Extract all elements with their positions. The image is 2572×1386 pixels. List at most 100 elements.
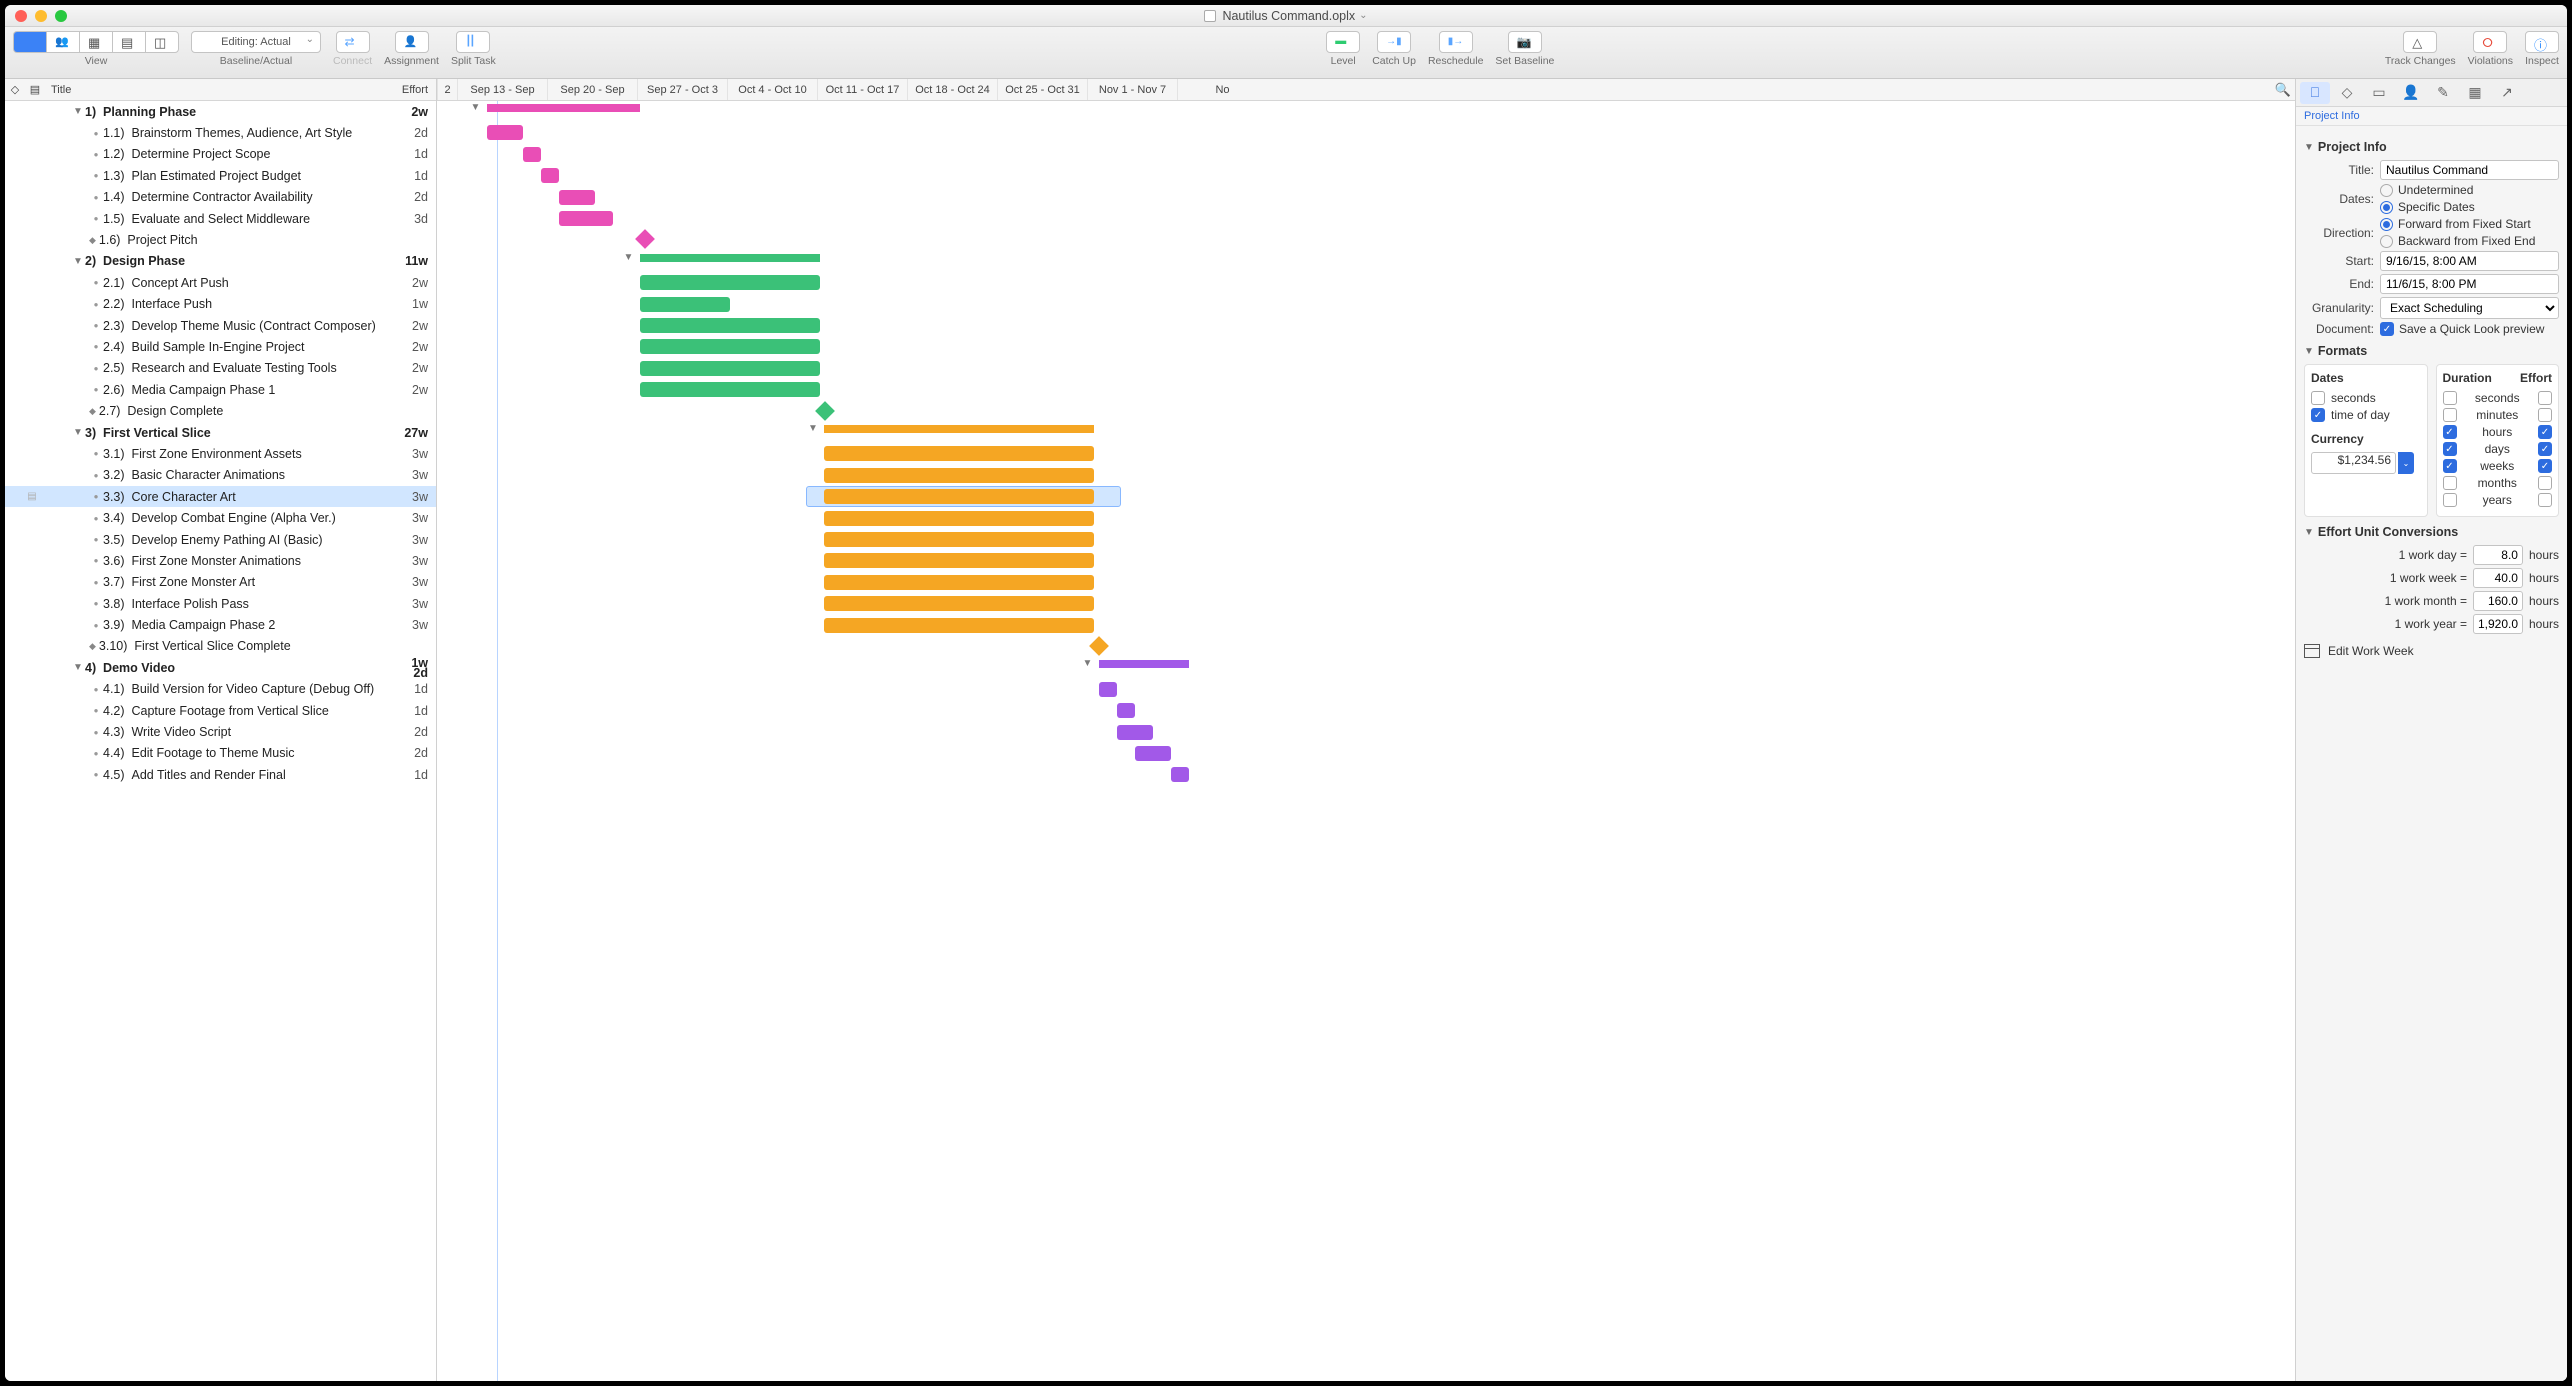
dur-months-chk[interactable]: [2443, 476, 2457, 490]
task-row[interactable]: ●1.3) Plan Estimated Project Budget1d: [5, 165, 436, 186]
conv-year-input[interactable]: [2473, 614, 2523, 634]
gantt-bar[interactable]: [824, 532, 1094, 547]
gantt-disclosure[interactable]: ▼: [471, 102, 481, 113]
timeline-column[interactable]: Sep 13 - Sep: [457, 79, 547, 100]
splittask-button[interactable]: [456, 31, 490, 53]
task-row[interactable]: ●4.1) Build Version for Video Capture (D…: [5, 679, 436, 700]
conv-month-input[interactable]: [2473, 591, 2523, 611]
task-row[interactable]: ●2.3) Develop Theme Music (Contract Comp…: [5, 315, 436, 336]
dates-specific-radio[interactable]: Specific Dates: [2380, 200, 2559, 214]
task-row[interactable]: ●1.4) Determine Contractor Availability2…: [5, 187, 436, 208]
dur-years-chk[interactable]: [2443, 493, 2457, 507]
gantt-bar[interactable]: [640, 361, 820, 376]
start-date-input[interactable]: [2380, 251, 2559, 271]
timeline-column[interactable]: Nov 1 - Nov 7: [1087, 79, 1177, 100]
quicklook-checkbox[interactable]: Save a Quick Look preview: [2380, 322, 2559, 336]
level-button[interactable]: [1326, 31, 1360, 53]
gantt-bar[interactable]: [640, 382, 820, 397]
task-row[interactable]: ●3.8) Interface Polish Pass3w: [5, 593, 436, 614]
gantt-chart[interactable]: 2Sep 13 - SepSep 20 - SepSep 27 - Oct 3O…: [437, 79, 2295, 1381]
title-chevron-icon[interactable]: ⌄: [1359, 10, 1367, 21]
task-row[interactable]: ●2.1) Concept Art Push2w: [5, 272, 436, 293]
tab-styles[interactable]: ✎: [2428, 82, 2458, 104]
timeline-column[interactable]: Oct 18 - Oct 24: [907, 79, 997, 100]
gantt-bar[interactable]: [559, 190, 595, 205]
dur-seconds-chk[interactable]: [2443, 391, 2457, 405]
dates-seconds-chk[interactable]: [2311, 391, 2325, 405]
task-row[interactable]: ▼2) Design Phase11w: [5, 251, 436, 272]
task-row[interactable]: ●1.2) Determine Project Scope1d: [5, 144, 436, 165]
timeline-column[interactable]: Oct 25 - Oct 31: [997, 79, 1087, 100]
task-row[interactable]: ▼4) Demo Video1w2d: [5, 657, 436, 678]
dates-tod-chk[interactable]: [2311, 408, 2325, 422]
section-formats[interactable]: ▼Formats: [2304, 344, 2559, 358]
gantt-bar[interactable]: [824, 446, 1094, 461]
task-row[interactable]: ◆1.6) Project Pitch: [5, 229, 436, 250]
gantt-bar[interactable]: [640, 254, 820, 262]
eff-weeks-chk[interactable]: [2538, 459, 2552, 473]
currency-input[interactable]: $1,234.56: [2311, 452, 2396, 474]
view-resources-button[interactable]: [46, 31, 79, 53]
gantt-milestone[interactable]: [815, 401, 835, 421]
catchup-button[interactable]: [1377, 31, 1411, 53]
gantt-disclosure[interactable]: ▼: [624, 252, 634, 263]
title-column-header[interactable]: Title: [45, 84, 386, 96]
view-calendar-button[interactable]: [79, 31, 112, 53]
task-row[interactable]: ●3.6) First Zone Monster Animations3w: [5, 550, 436, 571]
document-title[interactable]: Nautilus Command.oplx: [1222, 9, 1355, 23]
gantt-milestone[interactable]: [635, 229, 655, 249]
gantt-bar[interactable]: [824, 511, 1094, 526]
gantt-bar[interactable]: [824, 596, 1094, 611]
eff-hours-chk[interactable]: [2538, 425, 2552, 439]
conv-day-input[interactable]: [2473, 545, 2523, 565]
tab-resource[interactable]: 👤: [2396, 82, 2426, 104]
gantt-body[interactable]: ▼ ▼ ▼ ▼: [437, 101, 2295, 1381]
gantt-disclosure[interactable]: ▼: [808, 423, 818, 434]
connect-button[interactable]: [336, 31, 370, 53]
gantt-bar[interactable]: [1117, 725, 1153, 740]
tab-task[interactable]: ▭: [2364, 82, 2394, 104]
search-icon[interactable]: 🔍: [2275, 82, 2291, 98]
flag-column-icon[interactable]: ◇: [5, 83, 25, 96]
violations-button[interactable]: [2473, 31, 2507, 53]
task-row[interactable]: ●3.7) First Zone Monster Art3w: [5, 572, 436, 593]
task-row[interactable]: ●4.2) Capture Footage from Vertical Slic…: [5, 700, 436, 721]
project-title-input[interactable]: [2380, 160, 2559, 180]
dur-weeks-chk[interactable]: [2443, 459, 2457, 473]
task-row[interactable]: ◆2.7) Design Complete: [5, 400, 436, 421]
tab-export[interactable]: ↗: [2492, 82, 2522, 104]
task-row[interactable]: ●4.3) Write Video Script2d: [5, 721, 436, 742]
gantt-bar[interactable]: [824, 489, 1094, 504]
eff-minutes-chk[interactable]: [2538, 408, 2552, 422]
eff-days-chk[interactable]: [2538, 442, 2552, 456]
baseline-dropdown[interactable]: Editing: Actual: [191, 31, 321, 53]
timeline-column[interactable]: Sep 20 - Sep: [547, 79, 637, 100]
assignment-button[interactable]: [395, 31, 429, 53]
task-row[interactable]: ●3.5) Develop Enemy Pathing AI (Basic)3w: [5, 529, 436, 550]
gantt-bar[interactable]: [1099, 660, 1189, 668]
tab-milestones[interactable]: ◇: [2332, 82, 2362, 104]
conv-week-input[interactable]: [2473, 568, 2523, 588]
direction-forward-radio[interactable]: Forward from Fixed Start: [2380, 217, 2559, 231]
section-project-info[interactable]: ▼Project Info: [2304, 140, 2559, 154]
eff-months-chk[interactable]: [2538, 476, 2552, 490]
gantt-bar[interactable]: [1135, 746, 1171, 761]
task-row[interactable]: ●2.4) Build Sample In-Engine Project2w: [5, 336, 436, 357]
edit-work-week-button[interactable]: Edit Work Week: [2304, 644, 2559, 658]
task-row[interactable]: ●3.4) Develop Combat Engine (Alpha Ver.)…: [5, 507, 436, 528]
dates-undetermined-radio[interactable]: Undetermined: [2380, 183, 2559, 197]
dur-hours-chk[interactable]: [2443, 425, 2457, 439]
gantt-bar[interactable]: [824, 468, 1094, 483]
reschedule-button[interactable]: [1439, 31, 1473, 53]
gantt-bar[interactable]: [523, 147, 541, 162]
gantt-bar[interactable]: [640, 318, 820, 333]
gantt-disclosure[interactable]: ▼: [1083, 658, 1093, 669]
task-row[interactable]: ●2.6) Media Campaign Phase 12w: [5, 379, 436, 400]
task-row[interactable]: ●1.5) Evaluate and Select Middleware3d: [5, 208, 436, 229]
granularity-select[interactable]: Exact Scheduling: [2380, 297, 2559, 319]
eff-seconds-chk[interactable]: [2538, 391, 2552, 405]
timeline-column[interactable]: No: [1177, 79, 1267, 100]
gantt-bar[interactable]: [824, 618, 1094, 633]
close-button[interactable]: [15, 10, 27, 22]
setbaseline-button[interactable]: [1508, 31, 1542, 53]
